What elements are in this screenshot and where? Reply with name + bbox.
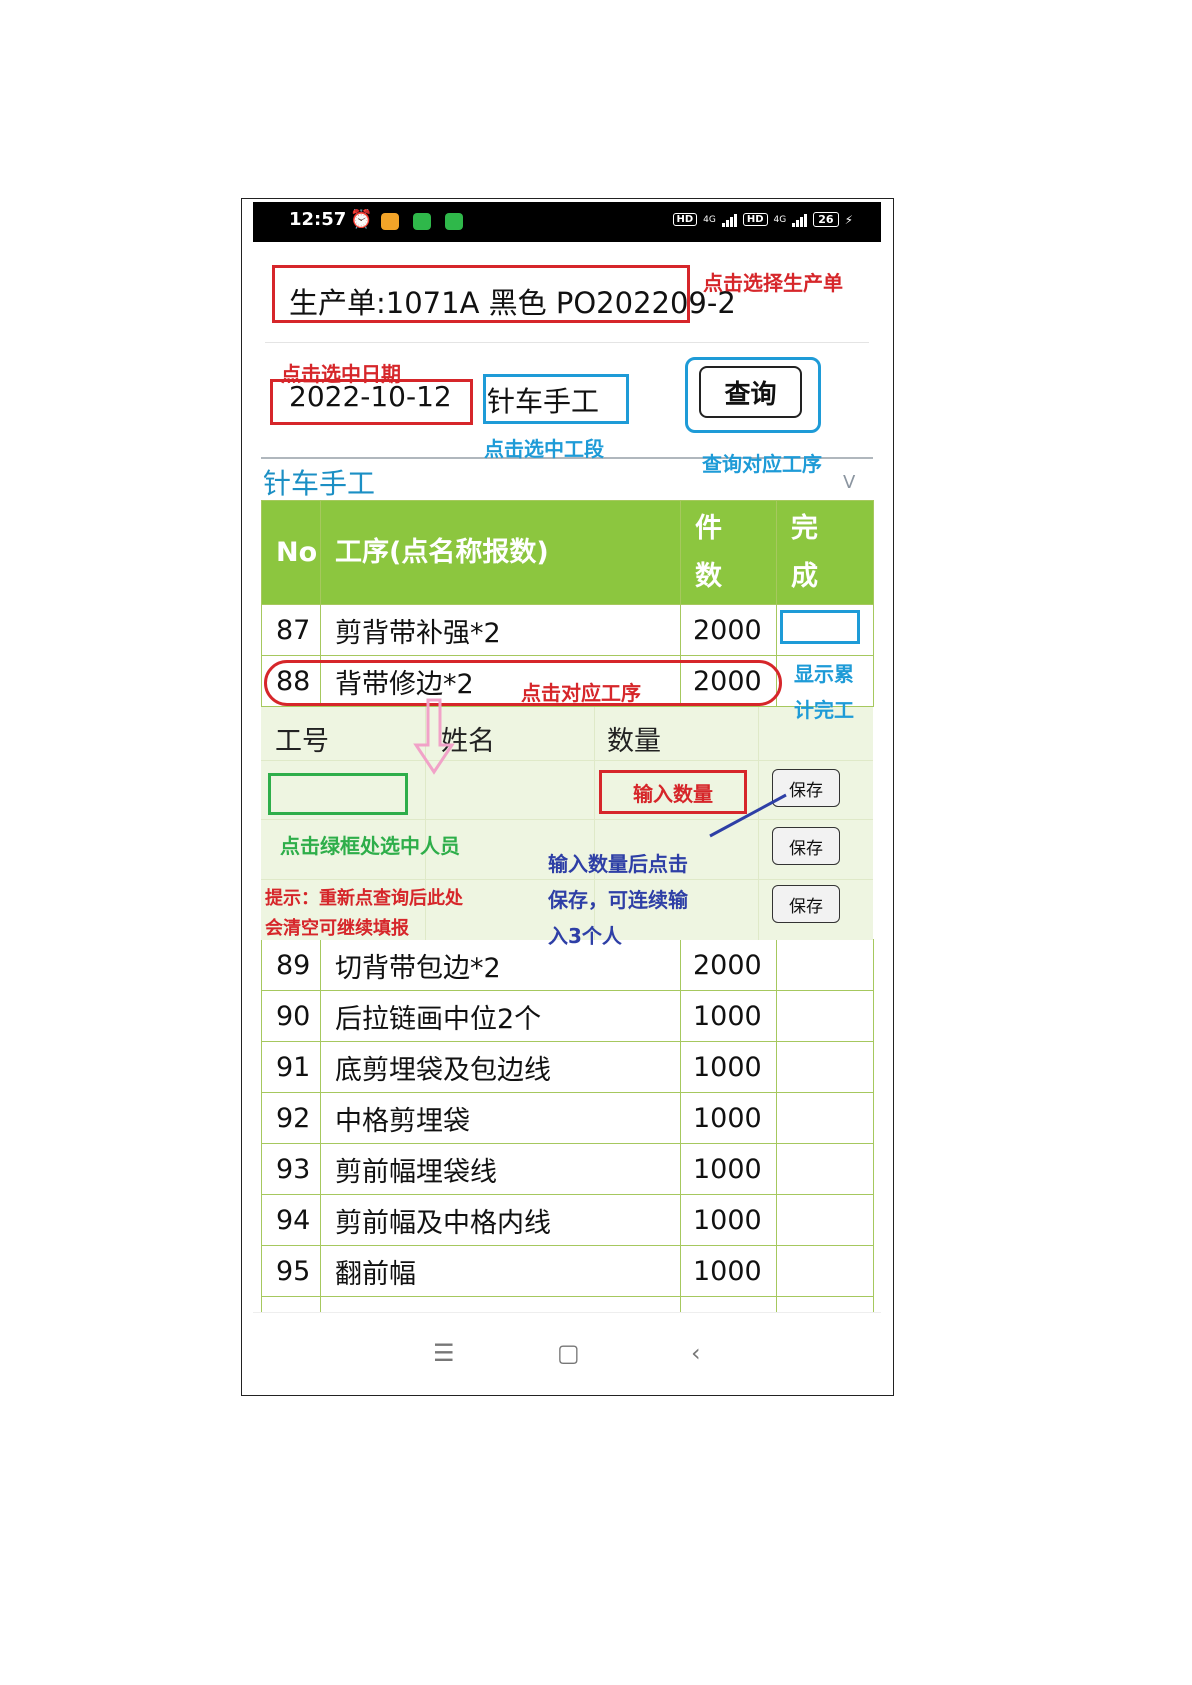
annotation-show-done-line2: 计完工 [794,698,854,722]
annotation-tip-line1: 提示：重新点查询后此处 [265,888,463,909]
annotation-select-order: 点击选择生产单 [703,271,843,295]
annotation-arrows [413,698,787,838]
annotation-select-section: 点击选中工段 [484,437,604,461]
annotation-query-process: 查询对应工序 [702,452,822,476]
annotation-click-process: 点击对应工序 [521,681,641,705]
annotation-after-input-line3: 入3个人 [548,924,622,948]
down-arrow [413,698,455,775]
pointer-line [709,793,787,838]
annotation-after-input-line1: 输入数量后点击 [548,852,688,876]
annotation-tip-line2: 会清空可继续填报 [265,918,409,939]
annotation-after-input-line2: 保存，可连续输 [548,888,688,912]
annotation-select-person: 点击绿框处选中人员 [280,834,460,858]
annotation-show-done-line1: 显示累 [794,662,854,686]
annotation-select-date: 点击选中日期 [281,362,401,386]
